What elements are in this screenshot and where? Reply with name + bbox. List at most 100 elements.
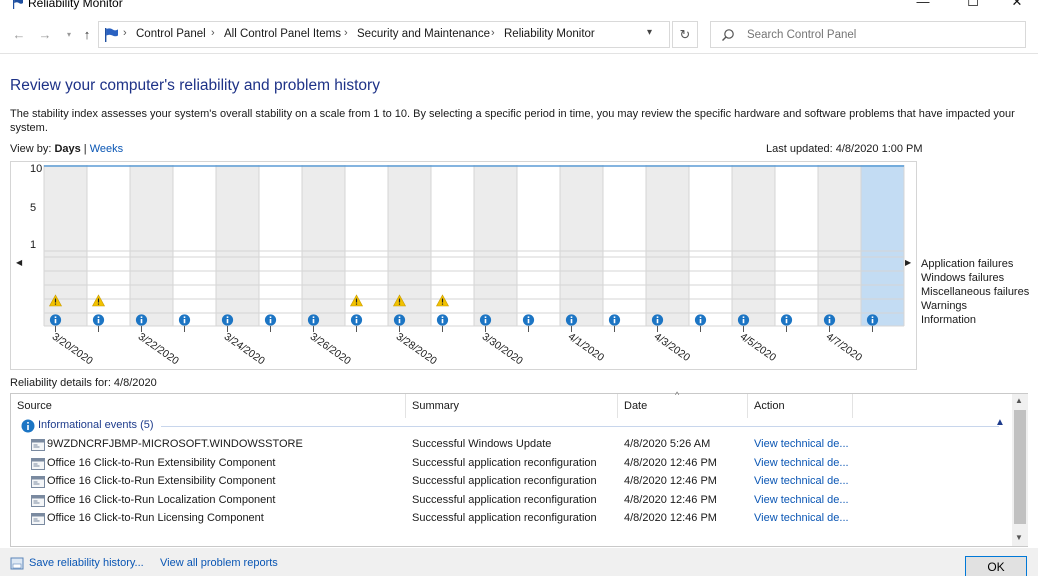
day-column[interactable] — [560, 165, 603, 326]
scroll-down-icon[interactable]: ▼ — [1015, 533, 1023, 542]
address-bar[interactable]: › Control Panel › All Control Panel Item… — [98, 21, 670, 48]
table-row[interactable]: Office 16 Click-to-Run Licensing Compone… — [11, 510, 1011, 528]
row-date: 4/8/2020 5:26 AM — [624, 438, 711, 450]
column-header-source[interactable]: Source — [11, 394, 406, 418]
refresh-icon[interactable]: ↻ — [672, 21, 698, 48]
back-arrow-icon[interactable]: ← — [10, 26, 28, 44]
row-label-warnings: Warnings — [921, 300, 968, 312]
maximize-button[interactable]: ☐ — [950, 0, 996, 14]
info-icon-dot — [54, 316, 57, 318]
collapse-chevron-icon[interactable]: ▲ — [995, 417, 1005, 428]
search-icon — [722, 29, 734, 41]
day-column[interactable] — [474, 165, 517, 326]
day-column[interactable] — [130, 165, 173, 326]
row-label-miscellaneous-failures: Miscellaneous failures — [921, 286, 1030, 298]
view-days-link[interactable]: Days — [54, 143, 80, 155]
info-icon-dot — [269, 316, 272, 318]
day-column[interactable] — [259, 165, 302, 326]
info-icon-dot — [97, 316, 100, 318]
day-column[interactable] — [388, 165, 431, 326]
column-header-action[interactable]: Action — [748, 394, 853, 418]
column-header-date[interactable]: Date — [618, 394, 748, 418]
day-column[interactable] — [861, 165, 904, 326]
day-column[interactable] — [216, 165, 259, 326]
info-icon-dot — [441, 316, 444, 318]
row-date: 4/8/2020 12:46 PM — [624, 512, 717, 524]
view-weeks-link[interactable]: Weeks — [90, 143, 123, 155]
info-icon-dot — [871, 316, 874, 318]
day-column[interactable] — [44, 165, 87, 326]
day-column[interactable] — [87, 165, 130, 326]
day-column[interactable] — [775, 165, 818, 326]
chart-scroll-left-icon[interactable]: ◀ — [16, 258, 22, 267]
date-label: 4/1/2020 — [566, 331, 606, 364]
breadcrumb-separator-icon: › — [211, 27, 215, 39]
day-column[interactable] — [689, 165, 732, 326]
view-technical-details-link[interactable]: View technical de... — [754, 494, 849, 506]
row-source: Office 16 Click-to-Run Localization Comp… — [47, 493, 276, 506]
breadcrumb-control-panel[interactable]: Control Panel — [136, 28, 206, 40]
info-icon-dot — [140, 316, 143, 318]
day-column[interactable] — [517, 165, 560, 326]
column-header-summary[interactable]: Summary — [406, 394, 618, 418]
row-summary: Successful application reconfiguration — [412, 493, 597, 506]
table-row[interactable]: Office 16 Click-to-Run Localization Comp… — [11, 492, 1011, 510]
forward-arrow-icon[interactable]: → — [36, 26, 54, 44]
day-column[interactable] — [732, 165, 775, 326]
view-technical-details-link[interactable]: View technical de... — [754, 475, 849, 487]
scroll-up-icon[interactable]: ▲ — [1015, 396, 1023, 405]
recent-locations-chevron-icon[interactable]: ▾ — [60, 26, 78, 44]
sort-caret-icon: ^ — [675, 390, 680, 400]
close-button[interactable]: ✕ — [994, 0, 1038, 14]
view-technical-details-link[interactable]: View technical de... — [754, 457, 849, 469]
stability-chart[interactable]: 10 5 1 3/20/2020 3/22/2020 3/24/2020 3/26/2020… — [10, 161, 917, 370]
day-column[interactable] — [603, 165, 646, 326]
table-row[interactable]: 9WZDNCRFJBMP-MICROSOFT.WINDOWSSTORE Succe… — [11, 436, 1011, 454]
address-dropdown-chevron-icon[interactable]: ▾ — [647, 27, 652, 38]
info-icon-dot — [183, 316, 186, 318]
save-reliability-history-link[interactable]: Save reliability history... — [29, 557, 144, 569]
y-tick-label: 5 — [30, 202, 36, 214]
row-summary: Successful application reconfiguration — [412, 475, 597, 487]
warning-icon-dot — [97, 303, 100, 305]
breadcrumb-separator-icon: › — [344, 27, 348, 39]
row-source: Office 16 Click-to-Run Licensing Compone… — [47, 512, 264, 524]
search-box[interactable] — [710, 21, 1026, 48]
info-icon-mark — [828, 319, 831, 324]
application-icon — [31, 457, 45, 470]
up-arrow-icon[interactable]: ↑ — [78, 26, 96, 44]
warning-icon-mark — [398, 298, 401, 303]
breadcrumb-security-and-maintenance[interactable]: Security and Maintenance — [357, 28, 490, 40]
info-icon-mark — [871, 319, 874, 324]
day-column[interactable] — [302, 165, 345, 326]
day-column[interactable] — [431, 165, 474, 326]
info-icon-dot — [226, 316, 229, 318]
info-icon-mark — [656, 319, 659, 324]
warning-icon-mark — [54, 298, 57, 303]
info-icon-mark — [699, 319, 702, 324]
view-all-problem-reports-link[interactable]: View all problem reports — [160, 557, 278, 569]
warning-icon-mark — [97, 298, 100, 303]
day-column[interactable] — [818, 165, 861, 326]
table-row[interactable]: Office 16 Click-to-Run Extensibility Com… — [11, 455, 1011, 473]
info-icon-dot — [527, 316, 530, 318]
day-column[interactable] — [173, 165, 216, 326]
search-input[interactable] — [747, 27, 1017, 43]
breadcrumb-all-control-panel-items[interactable]: All Control Panel Items — [224, 28, 341, 40]
table-row[interactable]: Office 16 Click-to-Run Extensibility Com… — [11, 473, 1011, 491]
info-icon-dot — [828, 316, 831, 318]
ok-button[interactable]: OK — [965, 556, 1027, 576]
day-column[interactable] — [345, 165, 388, 326]
chart-scroll-right-icon[interactable]: ▶ — [905, 258, 911, 267]
scrollbar-thumb[interactable] — [1014, 410, 1026, 524]
view-technical-details-link[interactable]: View technical de... — [754, 512, 849, 524]
day-column[interactable] — [646, 165, 689, 326]
info-icon-mark — [484, 319, 487, 324]
details-scrollbar[interactable]: ▲ ▼ — [1012, 394, 1028, 546]
view-technical-details-link[interactable]: View technical de... — [754, 438, 849, 450]
row-source: Office 16 Click-to-Run Extensibility Com… — [47, 475, 276, 487]
breadcrumb-reliability-monitor[interactable]: Reliability Monitor — [504, 28, 595, 40]
info-icon-mark — [742, 319, 745, 324]
minimize-button[interactable]: — — [900, 0, 946, 14]
group-informational-events[interactable]: Informational events (5) ▲ — [19, 417, 1011, 434]
